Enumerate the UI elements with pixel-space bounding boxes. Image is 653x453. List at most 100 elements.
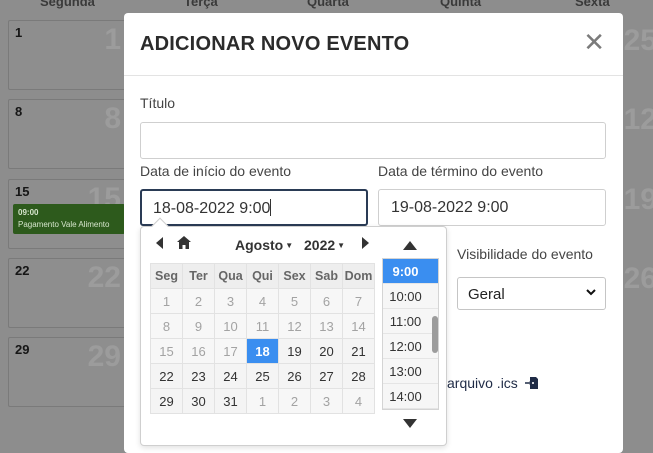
time-option[interactable]: 11:00: [383, 309, 438, 334]
end-date-input[interactable]: 19-08-2022 9:00: [378, 189, 606, 226]
date-cell[interactable]: 31: [214, 388, 247, 414]
week-row: 15 16 17 18 19 20 21: [150, 338, 375, 364]
day-number: 22: [15, 263, 30, 278]
calendar-day-cell[interactable]: 1 1: [8, 20, 126, 90]
caret-down-icon: ▼: [285, 241, 294, 250]
prev-month-icon[interactable]: [155, 237, 165, 249]
week-row: 29 30 31 1 2 3 4: [150, 388, 375, 414]
calendar-grid: Seg Ter Qua Qui Sex Sab Dom 1 2 3 4 5 6 …: [150, 263, 375, 414]
home-icon[interactable]: [177, 236, 191, 249]
visibility-label: Visibilidade do evento: [457, 246, 593, 262]
date-cell[interactable]: 4: [246, 288, 279, 314]
date-cell[interactable]: 1: [246, 388, 279, 414]
calendar-day-cell[interactable]: 22 22: [8, 258, 126, 328]
weekday-header: Ter: [182, 263, 215, 289]
day-number: 1: [15, 25, 23, 40]
day-number-large: 1: [104, 23, 121, 56]
time-option[interactable]: 12:00: [383, 334, 438, 359]
weekday-header: Dom: [342, 263, 375, 289]
date-cell[interactable]: 23: [182, 363, 215, 389]
date-cell[interactable]: 24: [214, 363, 247, 389]
date-cell[interactable]: 11: [246, 313, 279, 339]
start-date-value: 18-08-2022 9:00: [153, 200, 271, 217]
date-cell[interactable]: 14: [342, 313, 375, 339]
visibility-value: Geral: [468, 286, 505, 303]
time-scroll-up-icon[interactable]: [403, 240, 417, 250]
weekday-header: Sexta: [575, 0, 610, 9]
caret-down-icon: ▼: [337, 241, 346, 250]
date-cell[interactable]: 13: [310, 313, 343, 339]
date-cell[interactable]: 25: [246, 363, 279, 389]
weekday-header: Seg: [150, 263, 183, 289]
date-cell[interactable]: 1: [150, 288, 183, 314]
month-select[interactable]: Agosto ▼: [235, 237, 293, 253]
calendar-day-cell[interactable]: 8 8: [8, 99, 126, 169]
day-number-large: 25: [623, 24, 653, 57]
start-date-label: Data de início do evento: [140, 163, 291, 179]
date-cell[interactable]: 6: [310, 288, 343, 314]
date-cell[interactable]: 4: [342, 388, 375, 414]
date-cell[interactable]: 17: [214, 338, 247, 364]
date-cell[interactable]: 3: [310, 388, 343, 414]
time-option[interactable]: 10:00: [383, 284, 438, 309]
date-cell[interactable]: 27: [310, 363, 343, 389]
date-cell[interactable]: 9: [182, 313, 215, 339]
date-cell[interactable]: 21: [342, 338, 375, 364]
week-row: 8 9 10 11 12 13 14: [150, 313, 375, 339]
weekday-header: Terça: [184, 0, 218, 9]
date-cell[interactable]: 26: [278, 363, 311, 389]
day-number-large: 22: [87, 261, 121, 294]
day-number: 15: [15, 184, 30, 199]
date-cell[interactable]: 29: [150, 388, 183, 414]
weekday-header: Quarta: [307, 0, 349, 9]
visibility-select[interactable]: Geral: [457, 277, 606, 310]
date-cell[interactable]: 12: [278, 313, 311, 339]
next-month-icon[interactable]: [360, 237, 370, 249]
weekday-header: Sex: [278, 263, 311, 289]
time-option[interactable]: 13:00: [383, 359, 438, 384]
chevron-down-icon: [586, 289, 596, 296]
week-row: 22 23 24 25 26 27 28: [150, 363, 375, 389]
date-cell-selected[interactable]: 18: [246, 338, 279, 364]
date-cell[interactable]: 22: [150, 363, 183, 389]
end-date-label: Data de término do evento: [378, 163, 543, 179]
start-date-input[interactable]: 18-08-2022 9:00: [140, 189, 368, 226]
date-cell[interactable]: 5: [278, 288, 311, 314]
date-cell[interactable]: 30: [182, 388, 215, 414]
date-cell[interactable]: 10: [214, 313, 247, 339]
time-option[interactable]: 14:00: [383, 384, 438, 409]
date-cell[interactable]: 16: [182, 338, 215, 364]
time-option-selected[interactable]: 9:00: [383, 259, 438, 284]
datetime-picker: Agosto ▼ 2022 ▼ Seg Ter Qua Qui Sex Sab Do…: [140, 217, 447, 446]
close-icon[interactable]: ✕: [583, 29, 605, 55]
event-title: Pagamento Vale Alimento: [18, 220, 110, 229]
weekday-row: Seg Ter Qua Qui Sex Sab Dom: [150, 263, 375, 289]
date-cell[interactable]: 19: [278, 338, 311, 364]
date-cell[interactable]: 8: [150, 313, 183, 339]
ics-file-link[interactable]: arquivo .ics: [447, 375, 539, 391]
day-number-large: 19: [623, 183, 653, 216]
date-cell[interactable]: 2: [278, 388, 311, 414]
title-input[interactable]: [140, 122, 606, 159]
weekday-header: Quinta: [440, 0, 482, 9]
day-number-large: 26: [623, 262, 653, 295]
title-label: Título: [140, 95, 176, 111]
calendar-day-cell[interactable]: 29 29: [8, 337, 126, 407]
time-list[interactable]: 9:00 10:00 11:00 12:00 13:00 14:00: [382, 258, 439, 410]
event-time: 09:00: [18, 208, 39, 217]
day-number-large: 12: [623, 103, 653, 136]
date-cell[interactable]: 3: [214, 288, 247, 314]
date-cell[interactable]: 2: [182, 288, 215, 314]
calendar-event[interactable]: 09:00 Pagamento Vale Alimento: [13, 204, 125, 234]
weekday-header: Qua: [214, 263, 247, 289]
day-number: 29: [15, 342, 30, 357]
weekday-header: Segunda: [40, 0, 95, 9]
time-list-scrollbar[interactable]: [432, 316, 438, 353]
date-cell[interactable]: 28: [342, 363, 375, 389]
date-cell[interactable]: 20: [310, 338, 343, 364]
date-cell[interactable]: 15: [150, 338, 183, 364]
time-scroll-down-icon[interactable]: [403, 419, 417, 429]
year-select[interactable]: 2022 ▼: [304, 237, 345, 253]
date-cell[interactable]: 7: [342, 288, 375, 314]
week-row: 1 2 3 4 5 6 7: [150, 288, 375, 314]
